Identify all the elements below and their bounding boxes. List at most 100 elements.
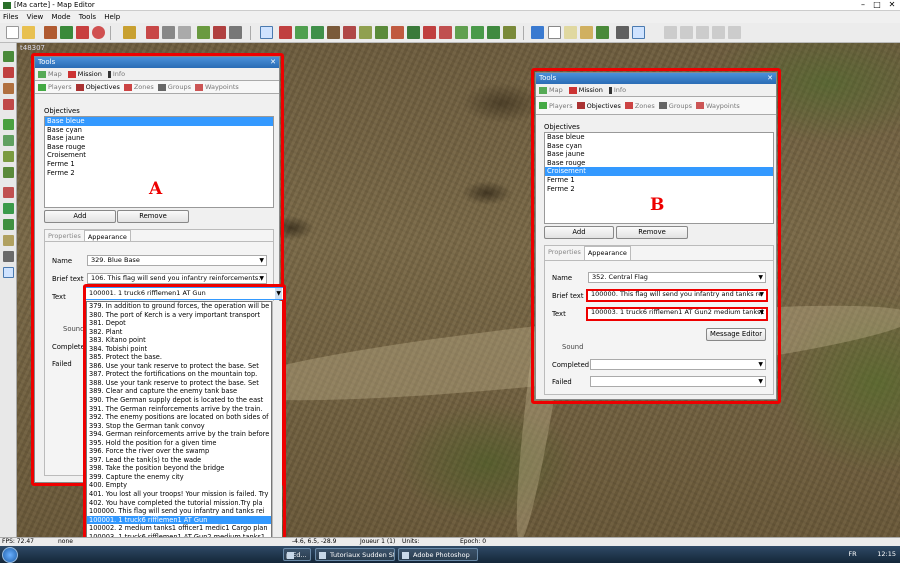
tool-icon[interactable] [3, 67, 14, 78]
tool-icon[interactable] [664, 26, 677, 39]
tab-properties[interactable]: Properties [545, 246, 584, 260]
tool-icon[interactable] [3, 187, 14, 198]
list-item[interactable]: 399. Capture the enemy city [87, 473, 271, 482]
tool-icon[interactable] [197, 26, 210, 39]
brief-text-select[interactable]: 106. This flag will send you infantry re… [87, 273, 267, 284]
list-item[interactable]: Base bleue [45, 117, 273, 126]
tool-icon[interactable] [680, 26, 693, 39]
maximize-button[interactable]: □ [870, 0, 884, 10]
open-folder-icon[interactable] [22, 26, 35, 39]
tool-icon[interactable] [123, 26, 136, 39]
add-button[interactable]: Add [544, 226, 614, 239]
list-item[interactable]: Base rouge [545, 159, 773, 168]
tab-groups[interactable]: Groups [658, 102, 692, 110]
tool-icon[interactable] [471, 26, 484, 39]
tab-groups[interactable]: Groups [157, 83, 191, 91]
tool-icon[interactable] [375, 26, 388, 39]
list-item[interactable]: 386. Use your tank reserve to protect th… [87, 362, 271, 371]
tool-icon[interactable] [146, 26, 159, 39]
list-item[interactable]: Croisement [45, 151, 273, 160]
list-item[interactable]: 398. Take the position beyond the bridge [87, 464, 271, 473]
tool-icon[interactable] [3, 135, 14, 146]
grid-icon[interactable] [229, 26, 242, 39]
tool-icon[interactable] [580, 26, 593, 39]
tool-icon[interactable] [178, 26, 191, 39]
tool-icon[interactable] [487, 26, 500, 39]
tool-icon[interactable] [3, 51, 14, 62]
list-item[interactable]: 391. The German reinforcements arrive by… [87, 405, 271, 414]
tool-icon[interactable] [391, 26, 404, 39]
menu-tools[interactable]: Tools [76, 11, 99, 23]
list-item[interactable]: 383. Kitano point [87, 336, 271, 345]
failed-select[interactable]: ▼ [590, 376, 766, 387]
tool-icon[interactable] [503, 26, 516, 39]
tab-properties[interactable]: Properties [45, 230, 84, 241]
message-editor-button[interactable]: Message Editor [706, 328, 766, 341]
list-item[interactable]: 388. Use your tank reserve to protect th… [87, 379, 271, 388]
tool-icon[interactable] [564, 26, 577, 39]
tab-objectives[interactable]: Objectives [75, 83, 120, 91]
list-item[interactable]: 100002. 2 medium tanks1 officer1 medic1 … [87, 524, 271, 533]
taskbar-item[interactable]: p Ed... [283, 548, 311, 561]
tool-icon[interactable] [439, 26, 452, 39]
list-item[interactable]: Base cyan [545, 142, 773, 151]
tool-icon[interactable] [3, 167, 14, 178]
tab-mission[interactable]: Mission [568, 86, 603, 94]
list-item[interactable]: 382. Plant [87, 328, 271, 337]
list-item[interactable]: 396. Force the river over the swamp [87, 447, 271, 456]
list-item[interactable]: 392. The enemy positions are located on … [87, 413, 271, 422]
tool-icon[interactable] [359, 26, 372, 39]
text-dropdown-list[interactable]: 379. In addition to ground forces, the o… [86, 301, 272, 563]
tab-objectives[interactable]: Objectives [576, 102, 621, 110]
tool-icon[interactable] [531, 26, 544, 39]
list-item[interactable]: 384. Tobishi point [87, 345, 271, 354]
list-item[interactable]: 100000. This flag will send you infantry… [87, 507, 271, 516]
start-button[interactable] [2, 547, 18, 563]
dropdown-scrollbar[interactable] [272, 301, 282, 563]
list-item[interactable]: 400. Empty [87, 481, 271, 490]
tool-icon[interactable] [311, 26, 324, 39]
tool-icon[interactable] [92, 26, 105, 39]
tab-info[interactable]: Info [608, 86, 626, 94]
tool-icon[interactable] [3, 235, 14, 246]
list-item[interactable]: Ferme 1 [545, 176, 773, 185]
tool-icon[interactable] [327, 26, 340, 39]
tab-appearance[interactable]: Appearance [83, 230, 131, 241]
list-item[interactable]: Base jaune [545, 150, 773, 159]
tool-icon[interactable] [616, 26, 629, 39]
tool-icon[interactable] [76, 26, 89, 39]
list-item[interactable]: 379. In addition to ground forces, the o… [87, 302, 271, 311]
name-select[interactable]: 329. Blue Base ▼ [87, 255, 267, 266]
list-item[interactable]: 401. You lost all your troops! Your miss… [87, 490, 271, 499]
list-item[interactable]: 387. Protect the fortifications on the m… [87, 370, 271, 379]
list-item[interactable]: 395. Hold the position for a given time [87, 439, 271, 448]
tab-waypoints[interactable]: Waypoints [695, 102, 740, 110]
list-item[interactable]: 390. The German supply depot is located … [87, 396, 271, 405]
tool-icon[interactable] [295, 26, 308, 39]
tool-icon[interactable] [712, 26, 725, 39]
close-icon[interactable]: ✕ [767, 73, 773, 84]
language-indicator[interactable]: FR [848, 550, 856, 558]
text-select[interactable]: 100003. 1 truck6 rifflemen1 AT Gun2 medi… [586, 307, 768, 321]
add-button[interactable]: Add [44, 210, 116, 223]
list-item[interactable]: Base cyan [45, 126, 273, 135]
tab-waypoints[interactable]: Waypoints [194, 83, 239, 91]
list-item[interactable]: 381. Depot [87, 319, 271, 328]
tool-icon[interactable] [3, 151, 14, 162]
menu-files[interactable]: Files [0, 11, 21, 23]
tool-icon[interactable] [3, 267, 14, 278]
list-item[interactable]: Ferme 1 [45, 160, 273, 169]
tool-icon[interactable] [455, 26, 468, 39]
clock[interactable]: 12:15 [877, 550, 896, 558]
list-item[interactable]: 397. Lead the tank(s) to the wade [87, 456, 271, 465]
list-item[interactable]: Base jaune [45, 134, 273, 143]
tool-icon[interactable] [3, 203, 14, 214]
list-item[interactable]: 389. Clear and capture the enemy tank ba… [87, 387, 271, 396]
tool-icon[interactable] [696, 26, 709, 39]
tab-map[interactable]: Map [38, 70, 62, 78]
list-item[interactable]: 385. Protect the base. [87, 353, 271, 362]
menu-view[interactable]: View [24, 11, 47, 23]
close-button[interactable]: ✕ [885, 0, 899, 10]
list-item[interactable]: 393. Stop the German tank convoy [87, 422, 271, 431]
text-select-open[interactable]: 100001. 1 truck6 rifflemen1 AT Gun ▼ [85, 287, 285, 300]
